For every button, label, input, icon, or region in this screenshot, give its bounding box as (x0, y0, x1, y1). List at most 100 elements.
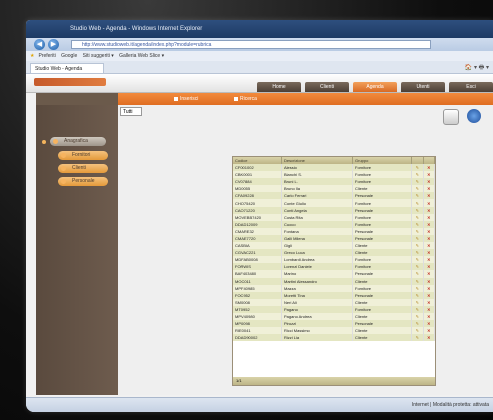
table-row[interactable]: MP0098 Pirozzi Personale ✎ ✕ (233, 320, 435, 328)
delete-icon[interactable]: ✕ (423, 320, 435, 328)
edit-icon[interactable]: ✎ (411, 298, 424, 306)
delete-icon[interactable]: ✕ (423, 277, 435, 285)
edit-icon[interactable]: ✎ (411, 178, 424, 186)
table-row[interactable]: MT0952 Pagano Fornitore ✎ ✕ (233, 305, 435, 313)
table-row[interactable]: CMARE32 Fontana Personale ✎ ✕ (233, 227, 435, 235)
forward-arrow-icon[interactable]: ▶ (48, 39, 59, 50)
delete-icon[interactable]: ✕ (423, 213, 435, 221)
edit-icon[interactable]: ✎ (411, 171, 424, 179)
edit-icon[interactable]: ✎ (411, 263, 424, 271)
delete-icon[interactable]: ✕ (423, 234, 435, 243)
table-row[interactable]: MPF40985 Mazza Fornitore ✎ ✕ (233, 284, 435, 292)
edit-icon[interactable]: ✎ (411, 185, 424, 193)
table-row[interactable]: CAO71220 Conti Angela Personale ✎ ✕ (233, 206, 435, 214)
edit-icon[interactable]: ✎ (411, 199, 424, 207)
favorite-google[interactable]: Google (61, 53, 77, 59)
nav-tab-agenda[interactable]: Agenda (353, 82, 397, 92)
delete-icon[interactable]: ✕ (423, 284, 435, 292)
table-row[interactable]: CF001002 Alessio Fornitore ✎ ✕ (233, 164, 435, 172)
edit-icon[interactable]: ✎ (411, 320, 424, 328)
table-row[interactable]: CV07884 Bruni L. Fornitore ✎ ✕ (233, 178, 435, 186)
edit-icon[interactable]: ✎ (411, 277, 424, 285)
search-button[interactable]: Ricerca (234, 95, 257, 103)
table-row[interactable]: MDFAB0008 Lombardi Andrea Fornitore ✎ ✕ (233, 256, 435, 264)
edit-icon[interactable]: ✎ (411, 305, 424, 313)
delete-icon[interactable]: ✕ (423, 242, 435, 250)
edit-icon[interactable]: ✎ (411, 270, 424, 278)
delete-icon[interactable]: ✕ (423, 199, 435, 207)
column-header-code[interactable]: Codice (233, 157, 282, 164)
sidebar-item-fornitori[interactable]: Fornitori (58, 151, 108, 160)
url-field[interactable]: http://www.studioweb.it/agenda/index.php… (71, 40, 431, 49)
edit-icon[interactable]: ✎ (411, 242, 424, 250)
print-icon[interactable] (443, 109, 459, 125)
table-row[interactable]: CFA09228 Carlo Ferrari Personale ✎ ✕ (233, 192, 435, 200)
delete-icon[interactable]: ✕ (423, 164, 435, 172)
edit-icon[interactable]: ✎ (411, 334, 424, 342)
delete-icon[interactable]: ✕ (423, 298, 435, 306)
nav-tab-home[interactable]: Home (257, 82, 301, 92)
edit-icon[interactable]: ✎ (411, 234, 424, 243)
edit-icon[interactable]: ✎ (411, 206, 424, 214)
table-row[interactable]: CMAE7720 Galli Milena Personale ✎ ✕ (233, 234, 435, 243)
delete-icon[interactable]: ✕ (423, 249, 435, 257)
delete-icon[interactable]: ✕ (423, 327, 435, 335)
column-header-group[interactable]: Gruppo (352, 157, 412, 164)
delete-icon[interactable]: ✕ (423, 185, 435, 193)
table-row[interactable]: DDAD90002 Rizzi Lia Cliente ✎ ✕ (233, 334, 435, 342)
favorite-siti-suggeriti[interactable]: Siti suggeriti ▾ (83, 53, 114, 59)
delete-icon[interactable]: ✕ (423, 334, 435, 342)
browser-tab[interactable]: Studio Web - Agenda (30, 63, 104, 73)
favorites-label[interactable]: Preferiti (38, 53, 55, 59)
delete-icon[interactable]: ✕ (423, 312, 435, 321)
table-row[interactable]: BAF403480 Marino Personale ✎ ✕ (233, 270, 435, 278)
back-arrow-icon[interactable]: ◀ (34, 39, 45, 50)
edit-icon[interactable]: ✎ (411, 291, 424, 299)
delete-icon[interactable]: ✕ (423, 220, 435, 228)
refresh-icon[interactable] (467, 109, 481, 123)
table-row[interactable]: MD0055 Bruno Ila Cliente ✎ ✕ (233, 185, 435, 193)
sidebar-item-personale[interactable]: Personale (58, 177, 108, 186)
delete-icon[interactable]: ✕ (423, 256, 435, 264)
table-row[interactable]: CBK0001 Bianchi S. Fornitore ✎ ✕ (233, 171, 435, 179)
table-row[interactable]: FOC952 Moretti Tina Personale ✎ ✕ (233, 291, 435, 299)
table-row[interactable]: CHO75420 Conte Giulio Fornitore ✎ ✕ (233, 199, 435, 207)
table-row[interactable]: CGVAC221 Greco Luca Cliente ✎ ✕ (233, 249, 435, 257)
edit-icon[interactable]: ✎ (411, 164, 424, 172)
sidebar-item-anagrafica[interactable]: Anagrafica (50, 137, 106, 146)
nav-tab-clienti[interactable]: Clienti (305, 82, 349, 92)
delete-icon[interactable]: ✕ (423, 171, 435, 179)
delete-icon[interactable]: ✕ (423, 305, 435, 313)
favorites-star-icon[interactable]: ★ (30, 53, 34, 59)
sidebar-item-clienti[interactable]: Clienti (58, 164, 108, 173)
edit-icon[interactable]: ✎ (411, 249, 424, 257)
table-row[interactable]: DDAD12009 Cuoco Fornitore ✎ ✕ (233, 220, 435, 228)
table-row[interactable]: RIE0041 Ricci Massimo Cliente ✎ ✕ (233, 327, 435, 335)
filter-select[interactable]: Tutti (120, 107, 142, 116)
edit-icon[interactable]: ✎ (411, 192, 424, 200)
nav-tab-esci[interactable]: Esci (449, 82, 493, 92)
column-header-description[interactable]: Descrizione (281, 157, 353, 164)
edit-icon[interactable]: ✎ (411, 312, 424, 321)
edit-icon[interactable]: ✎ (411, 327, 424, 335)
browser-tools[interactable]: 🏠 ▾ 🖶 ▾ (465, 63, 489, 73)
edit-icon[interactable]: ✎ (411, 284, 424, 292)
edit-icon[interactable]: ✎ (411, 256, 424, 264)
delete-icon[interactable]: ✕ (423, 263, 435, 271)
edit-icon[interactable]: ✎ (411, 220, 424, 228)
table-row[interactable]: CASBIA Gigli Cliente ✎ ✕ (233, 242, 435, 250)
nav-tab-utenti[interactable]: Utenti (401, 82, 445, 92)
delete-icon[interactable]: ✕ (423, 227, 435, 235)
delete-icon[interactable]: ✕ (423, 192, 435, 200)
delete-icon[interactable]: ✕ (423, 178, 435, 186)
table-row[interactable]: MOC011 Martini Alessandro Cliente ✎ ✕ (233, 277, 435, 285)
table-row[interactable]: FORWIS Lorenzi Daniele Fornitore ✎ ✕ (233, 263, 435, 271)
edit-icon[interactable]: ✎ (411, 213, 424, 221)
edit-icon[interactable]: ✎ (411, 227, 424, 235)
insert-button[interactable]: Inserisci (174, 95, 198, 103)
delete-icon[interactable]: ✕ (423, 270, 435, 278)
delete-icon[interactable]: ✕ (423, 206, 435, 214)
favorite-web-slice[interactable]: Galleria Web Slice ▾ (119, 53, 164, 59)
table-row[interactable]: MOVEBB7420 Costa Rita Fornitore ✎ ✕ (233, 213, 435, 221)
delete-icon[interactable]: ✕ (423, 291, 435, 299)
